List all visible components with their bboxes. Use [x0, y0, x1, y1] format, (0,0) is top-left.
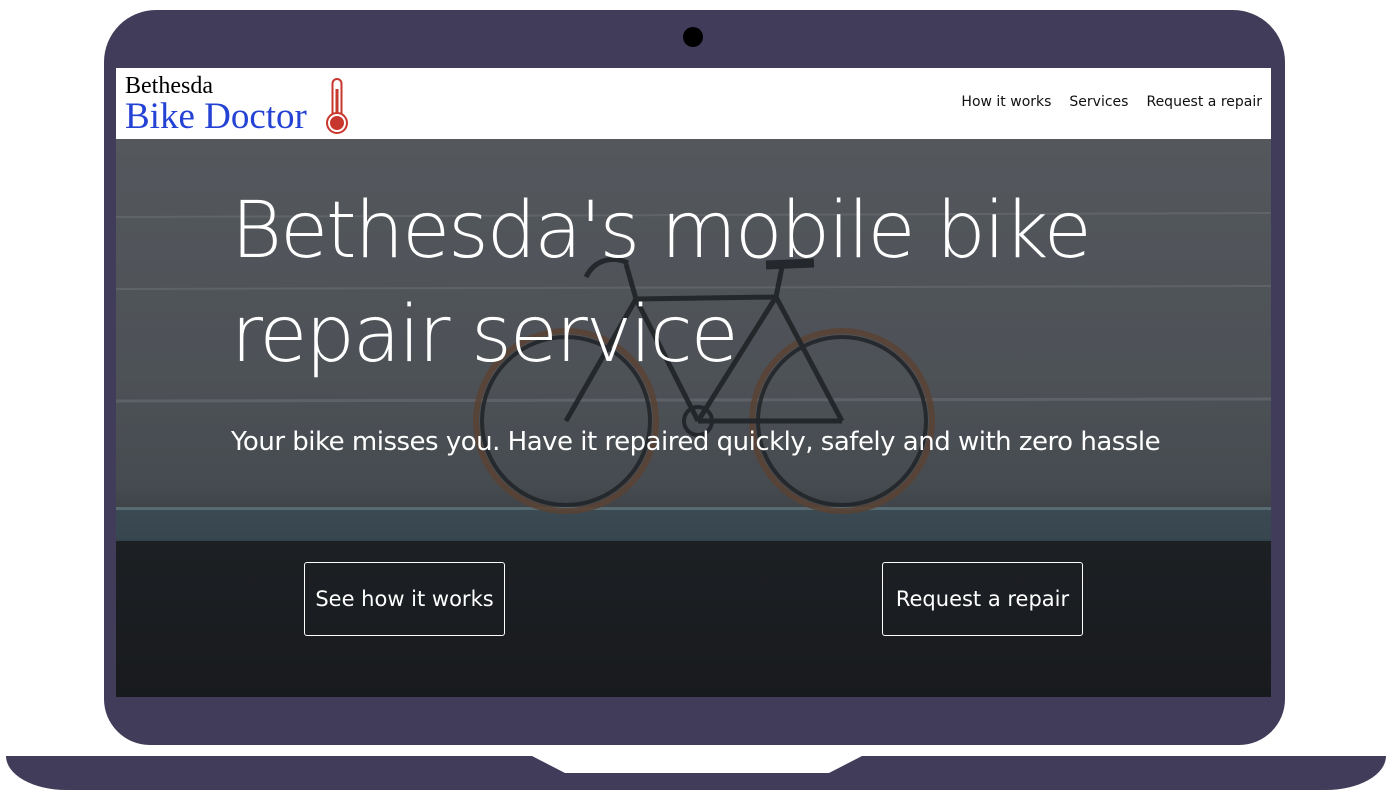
laptop-mockup: Bethesda Bike Doctor How it works Servic… [0, 0, 1392, 798]
request-repair-button[interactable]: Request a repair [882, 562, 1083, 636]
nav-link-request-repair[interactable]: Request a repair [1146, 94, 1262, 110]
nav-link-how-it-works[interactable]: How it works [961, 94, 1051, 110]
see-how-it-works-button[interactable]: See how it works [304, 562, 505, 636]
navbar: Bethesda Bike Doctor How it works Servic… [116, 68, 1271, 139]
laptop-notch [532, 756, 862, 773]
nav-links: How it works Services Request a repair [961, 94, 1262, 110]
thermometer-icon [326, 78, 348, 134]
laptop-screen: Bethesda Bike Doctor How it works Servic… [116, 68, 1271, 697]
camera-dot [683, 27, 703, 47]
logo-line-2: Bike Doctor [125, 96, 307, 137]
site-logo[interactable]: Bethesda Bike Doctor [125, 73, 365, 137]
hero-section: Bethesda's mobile bike repair service Yo… [116, 139, 1271, 697]
nav-link-services[interactable]: Services [1069, 94, 1128, 110]
hero-subtitle: Your bike misses you. Have it repaired q… [231, 427, 1161, 457]
hero-title: Bethesda's mobile bike repair service [231, 186, 1092, 380]
